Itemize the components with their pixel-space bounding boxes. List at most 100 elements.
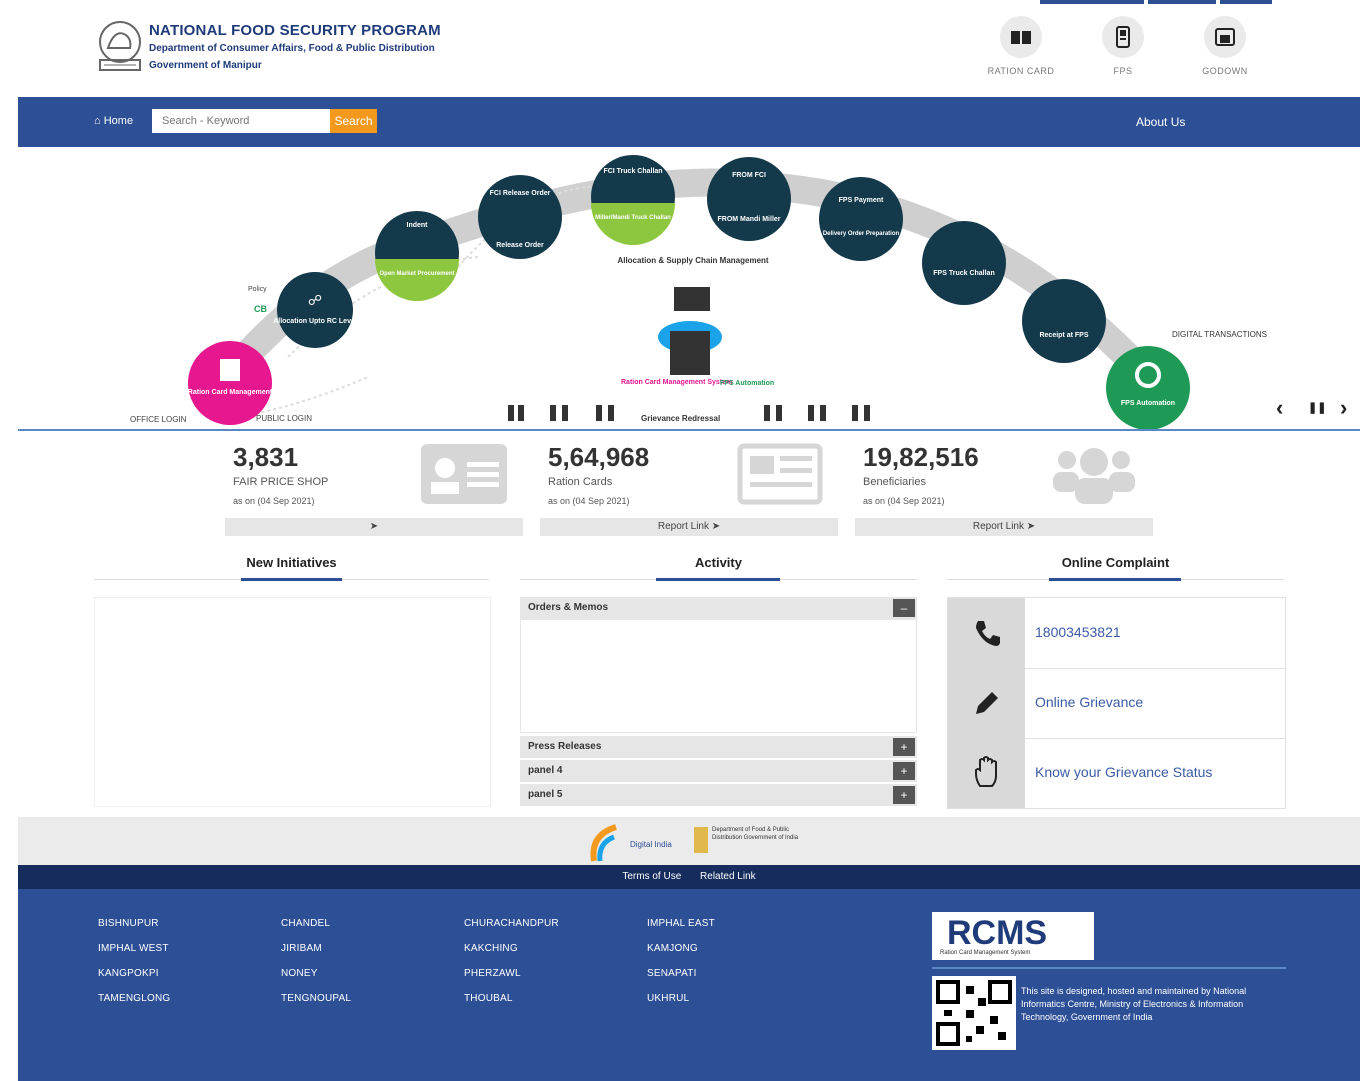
panel-orders-memos[interactable]: Orders & Memos –: [520, 597, 917, 619]
activity-title: Activity: [695, 555, 742, 570]
site-header: NATIONAL FOOD SECURITY PROGRAM Departmen…: [18, 0, 1360, 97]
stat-date: as on (04 Sep 2021): [863, 496, 945, 506]
district-link[interactable]: IMPHAL EAST: [647, 918, 715, 929]
arrow-circle-icon: ➤: [711, 521, 721, 532]
digital-india-logo-icon: Digital India: [590, 824, 672, 862]
fps-icon: [1116, 26, 1130, 48]
pencil-icon: [975, 692, 998, 714]
node-receipt: [1022, 279, 1106, 363]
expand-button[interactable]: +: [893, 762, 915, 780]
district-link[interactable]: CHURACHANDPUR: [464, 918, 559, 929]
fps-link[interactable]: FPS: [1083, 16, 1163, 76]
digital-transactions-label: DIGITAL TRANSACTIONS: [1172, 330, 1267, 339]
stat-link-text: Report Link: [657, 521, 709, 532]
node-allocation-label: Allocation Upto RC Level: [273, 318, 357, 325]
phone-icon: [975, 621, 1000, 646]
node-miller-label: Miller/Mandi Truck Challan: [595, 215, 671, 221]
node-fps-payment-label: FPS Payment: [839, 197, 884, 204]
node-fps-truck: [922, 221, 1006, 305]
node-from-fci-label: FROM FCI: [732, 172, 766, 179]
stat-label: FAIR PRICE SHOP: [233, 476, 329, 488]
district-link[interactable]: TAMENGLONG: [98, 993, 170, 1004]
page: NATIONAL FOOD SECURITY PROGRAM Departmen…: [18, 0, 1360, 1081]
ration-card-link[interactable]: RATION CARD: [981, 16, 1061, 76]
main-nav: ⌂ Home Search About Us: [18, 97, 1360, 147]
home-link[interactable]: ⌂ Home: [94, 115, 133, 127]
godown-icon: [1215, 28, 1235, 46]
complaint-status-row[interactable]: Know your Grievance Status: [948, 738, 1285, 808]
link-glyph: ☍: [308, 292, 322, 308]
complaint-phone-text: 18003453821: [1035, 624, 1121, 640]
district-link[interactable]: BISHNUPUR: [98, 918, 159, 929]
stat-value: 5,64,968: [548, 442, 650, 472]
node-indent-label: Indent: [407, 222, 429, 229]
supply-chain-diagram: Ration Card Management ☍ Allocation Upto…: [130, 155, 1267, 429]
district-link[interactable]: JIRIBAM: [281, 943, 322, 954]
complaint-grievance-text: Online Grievance: [1035, 694, 1144, 710]
terms-bar: Terms of Use Related Link: [18, 865, 1360, 889]
slider-prev-button[interactable]: ‹: [1276, 395, 1283, 421]
district-link[interactable]: PHERZAWL: [464, 968, 521, 979]
fps-label: FPS: [1113, 66, 1133, 76]
id-card-icon: [421, 444, 507, 504]
site-title: NATIONAL FOOD SECURITY PROGRAM: [149, 22, 441, 39]
node-fps-payment: [819, 177, 903, 261]
heading-underline: [1049, 578, 1181, 581]
district-link[interactable]: KANGPOKPI: [98, 968, 159, 979]
complaint-box: 18003453821 Online Grievance Know your G…: [947, 597, 1286, 809]
new-initiatives-box: [94, 597, 491, 807]
district-link[interactable]: THOUBAL: [464, 993, 513, 1004]
complaint-grievance-row[interactable]: Online Grievance: [948, 668, 1285, 739]
expand-button[interactable]: +: [893, 738, 915, 756]
fps-auto-diagram-label: FPS Automation: [720, 380, 774, 387]
panel-press-releases[interactable]: Press Releases +: [520, 736, 917, 758]
home-icon: ⌂: [94, 115, 101, 127]
collapse-button[interactable]: –: [893, 599, 915, 617]
stat-report-link[interactable]: ➤: [225, 518, 523, 536]
stat-link-text: Report Link: [972, 521, 1024, 532]
expand-button[interactable]: +: [893, 786, 915, 804]
district-link[interactable]: CHANDEL: [281, 918, 330, 929]
node-allocation: [277, 272, 353, 348]
district-link[interactable]: TENGNOUPAL: [281, 993, 351, 1004]
district-link[interactable]: SENAPATI: [647, 968, 697, 979]
related-link[interactable]: Related Link: [700, 871, 756, 882]
panel-label: Press Releases: [528, 741, 602, 752]
newspaper-icon: [737, 443, 823, 505]
stat-report-link[interactable]: Report Link ➤: [540, 518, 838, 536]
panel-4[interactable]: panel 4 +: [520, 760, 917, 782]
cb-label: CB: [254, 304, 267, 314]
node-ration-card-label: Ration Card Management: [188, 389, 273, 396]
district-link[interactable]: IMPHAL WEST: [98, 943, 169, 954]
district-link[interactable]: KAKCHING: [464, 943, 518, 954]
stat-date: as on (04 Sep 2021): [233, 496, 315, 506]
panel-5[interactable]: panel 5 +: [520, 784, 917, 806]
slider-pause-button[interactable]: ❚❚: [1308, 401, 1326, 414]
godown-link[interactable]: GODOWN: [1185, 16, 1265, 76]
slider-next-button[interactable]: ›: [1340, 395, 1347, 421]
complaint-phone-row[interactable]: 18003453821: [948, 598, 1285, 669]
panel-label: Orders & Memos: [528, 602, 609, 613]
search-button[interactable]: Search: [330, 109, 377, 133]
heading-underline: [656, 578, 780, 581]
about-us-link[interactable]: About Us: [1136, 115, 1185, 129]
site-subtitle: Department of Consumer Affairs, Food & P…: [149, 43, 435, 54]
partner-logos: Digital India Department of Food & Publi…: [18, 817, 1360, 865]
node-ration-card: [188, 341, 272, 425]
district-link[interactable]: KAMJONG: [647, 943, 698, 954]
supply-chain-label: Allocation & Supply Chain Management: [617, 256, 768, 265]
district-link[interactable]: NONEY: [281, 968, 318, 979]
stat-report-link[interactable]: Report Link ➤: [855, 518, 1153, 536]
new-initiatives-title: New Initiatives: [246, 555, 337, 570]
search-input[interactable]: [152, 109, 330, 133]
rcms-logo[interactable]: RCMS Ration Card Management System: [932, 912, 1094, 960]
orders-memos-body: [520, 619, 917, 733]
panel-label: panel 4: [528, 765, 563, 776]
terms-link[interactable]: Terms of Use: [622, 871, 681, 882]
policy-label: Policy: [248, 286, 267, 293]
users-icon: [1053, 448, 1135, 504]
footer-divider: [932, 967, 1286, 969]
node-fci-release-label: FCI Release Order: [490, 190, 551, 197]
new-initiatives-header: New Initiatives: [94, 555, 489, 581]
district-link[interactable]: UKHRUL: [647, 993, 689, 1004]
